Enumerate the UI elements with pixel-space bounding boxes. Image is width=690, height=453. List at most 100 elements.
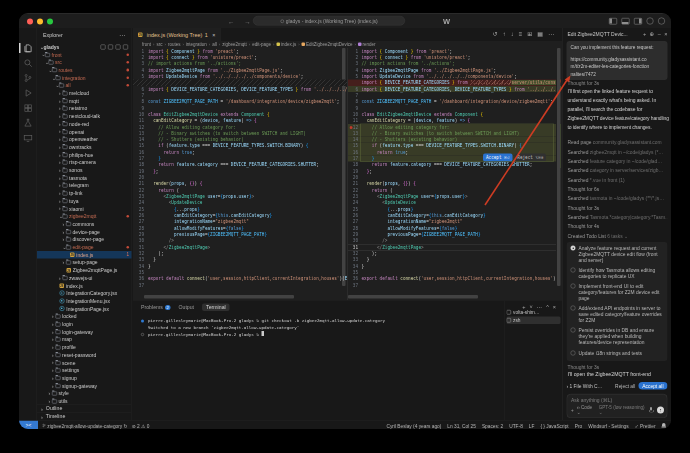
bell-icon[interactable] <box>662 423 667 428</box>
diff-action-icon-6[interactable]: ⋯ <box>548 31 554 38</box>
breadcrumb-integration[interactable]: integration <box>186 42 207 47</box>
terminal-instance-voltashim[interactable]: volta-shim… <box>507 309 561 317</box>
testing-icon[interactable] <box>23 118 33 128</box>
status-item-0[interactable]: Cyril Beslay (4 years ago) <box>386 423 441 429</box>
remote-indicator[interactable]: >< <box>19 421 38 430</box>
tree-item-tp-link[interactable]: ›tp-link <box>37 189 132 197</box>
tree-item-map[interactable]: ›map <box>37 336 132 344</box>
tree-item-commons[interactable]: ›commons <box>37 220 132 228</box>
tree-item-index.js[interactable]: JSindex.js1 <box>37 251 132 259</box>
reject-all-button[interactable]: Reject all <box>615 383 635 389</box>
tree-root-gladys[interactable]: ⌄gladys <box>37 43 132 51</box>
tree-item-integration[interactable]: ⌄integration <box>37 74 132 82</box>
tool-call-row[interactable]: Searched zigbee2mqtt in ~/code/gladys (*… <box>568 147 668 156</box>
tree-item-signup-gateway[interactable]: ›signup-gateway <box>37 382 132 390</box>
panel-tab-output[interactable]: Output <box>178 305 194 311</box>
tool-call-row[interactable]: Read page community.gladysassistant.com <box>568 138 668 147</box>
breadcrumb-all[interactable]: all <box>212 42 217 47</box>
tree-item-locked[interactable]: ›locked <box>37 313 132 321</box>
mode-selector[interactable]: ‹› Code ⌄ <box>577 405 596 416</box>
breadcrumb-render[interactable]: render <box>358 42 376 47</box>
todo-item[interactable]: Analyze feature request and current Zigb… <box>571 245 664 263</box>
accept-change-button[interactable]: Accept ⌘⏎ <box>483 153 512 161</box>
tree-item-mqtt[interactable]: ›mqtt <box>37 97 132 105</box>
cascade-header-icon-2[interactable]: – <box>658 28 661 40</box>
search-icon[interactable] <box>23 58 33 68</box>
panel-tab-terminal[interactable]: Terminal <box>202 304 230 312</box>
tree-item-routes[interactable]: ⌄routes <box>37 66 132 74</box>
left-horizontal-scrollbar[interactable] <box>144 295 294 299</box>
send-button[interactable]: ↑ <box>657 406 664 413</box>
explorer-more-icon[interactable]: ⋯ <box>119 31 126 38</box>
breadcrumb[interactable]: front›src›routes›integration›all›zigbee2… <box>133 41 562 48</box>
close-window-button[interactable] <box>27 19 33 25</box>
breadcrumb-index.js[interactable]: index.js <box>276 42 296 47</box>
reject-change-button[interactable]: Reject ⌥⌘⌫ <box>514 153 546 161</box>
tree-item-login-gateway[interactable]: ›login-gateway <box>37 328 132 336</box>
diff-action-icon-4[interactable]: ⊞ <box>527 31 532 38</box>
tree-item-IntegrationCategory.jsx[interactable]: IntegrationCategory.jsx <box>37 289 132 297</box>
tree-item-openai[interactable]: ›openai <box>37 128 132 136</box>
mic-icon[interactable] <box>649 407 653 413</box>
breadcrumb-EditZigbee2mqttDevice[interactable]: EditZigbee2mqttDevice <box>302 42 353 47</box>
cascade-header-icon-3[interactable]: × <box>664 28 667 40</box>
status-item-5[interactable]: { } JavaScript <box>540 423 568 429</box>
tree-item-device-page[interactable]: ›device-page <box>37 228 132 236</box>
minimize-window-button[interactable] <box>37 19 43 25</box>
problems-status[interactable]: ⊘ 2 ⚠ 0 <box>132 423 150 429</box>
cascade-header-icon-0[interactable]: + <box>643 28 646 40</box>
tree-item-zigbee2mqtt[interactable]: ⌄zigbee2mqtt <box>37 212 132 220</box>
todo-item[interactable]: Persist overrides in DB and ensure they'… <box>571 327 664 345</box>
zoom-window-button[interactable] <box>47 19 53 25</box>
tree-item-style[interactable]: ›style <box>37 390 132 398</box>
todo-item[interactable]: Identify how Tasmota allows editing cate… <box>571 267 664 279</box>
tree-item-IntegrationPage.jsx[interactable]: IntegrationPage.jsx <box>37 305 132 313</box>
status-item-6[interactable]: Pro <box>575 423 582 429</box>
toggle-panel-icon[interactable] <box>622 18 630 25</box>
vertical-scrollbar[interactable] <box>557 48 561 286</box>
tree-item-settings[interactable]: ›settings <box>37 366 132 374</box>
tab-close-icon[interactable]: × <box>212 32 215 38</box>
model-selector[interactable]: GPT-5 (low reasoning) ⌄ <box>599 405 646 416</box>
tree-item-rtsp-camera[interactable]: ›rtsp-camera <box>37 159 132 167</box>
remote-icon[interactable] <box>23 133 33 143</box>
cascade-header-icon-1[interactable]: ⊕ <box>650 28 655 40</box>
nav-history-arrows[interactable]: ← → <box>228 18 255 26</box>
tree-item-tasmota[interactable]: ›tasmota <box>37 174 132 182</box>
thought-line[interactable]: Thought for 3s <box>568 364 600 370</box>
tree-item-profile[interactable]: ›profile <box>37 343 132 351</box>
thought-line[interactable]: Thought for 3s <box>568 80 600 86</box>
tree-item-zwavejs-ui[interactable]: ›zwavejs-ui <box>37 274 132 282</box>
status-item-7[interactable]: Windsurf - Settings <box>588 423 629 429</box>
tab-index-js-working-tree[interactable]: JS index.js (Working Tree) 1 × <box>133 28 221 41</box>
status-item-8[interactable]: ✓ Prettier <box>635 423 656 429</box>
tree-item-all[interactable]: ⌄all <box>37 82 132 90</box>
chat-input[interactable]: Ask anything (⌘L) + ‹› Code ⌄ GPT-5 (low… <box>567 394 668 418</box>
tree-item-netatmo[interactable]: ›netatmo <box>37 105 132 113</box>
git-branch[interactable]: zigbee2mqtt-allow-update-category ↻ <box>42 423 128 429</box>
source-control-icon[interactable] <box>23 73 33 83</box>
diff-action-icon-0[interactable]: ↺ <box>493 31 498 38</box>
tree-item-tuya[interactable]: ›tuya <box>37 197 132 205</box>
account-icon[interactable] <box>658 18 665 25</box>
status-item-2[interactable]: Spaces: 2 <box>482 423 503 429</box>
tree-item-edit-page[interactable]: ⌄edit-page <box>37 243 132 251</box>
diff-pane-modified[interactable]: 1import { Component } from 'preact';2imp… <box>348 48 556 300</box>
tree-item-philips-hue[interactable]: ›philips-hue <box>37 151 132 159</box>
layout-icon[interactable] <box>647 18 654 25</box>
tree-item-scene[interactable]: ›scene <box>37 359 132 367</box>
todo-item[interactable]: Add/extend API endpoints in server to sa… <box>571 305 664 323</box>
tree-item-sonos[interactable]: ›sonos <box>37 166 132 174</box>
diff-action-icon-2[interactable]: ↓ <box>511 31 514 38</box>
tree-item-signup[interactable]: ›signup <box>37 374 132 382</box>
breadcrumb-edit-page[interactable]: edit-page <box>252 42 271 47</box>
tree-item-IntegrationMenu.jsx[interactable]: IntegrationMenu.jsx <box>37 297 132 305</box>
attach-icon[interactable]: + <box>571 407 574 412</box>
tree-item-front[interactable]: ⌄front <box>37 51 132 59</box>
status-item-3[interactable]: UTF-8 <box>509 423 523 429</box>
tree-item-melcloud[interactable]: ›melcloud <box>37 89 132 97</box>
terminal-output[interactable]: pierre-gillesleymarie@MacBook-Pro-2 glad… <box>141 318 521 338</box>
toggle-sidebar-icon[interactable] <box>609 18 617 25</box>
tree-item-index.js[interactable]: JSindex.js <box>37 282 132 290</box>
tree-item-reset-password[interactable]: ›reset-password <box>37 351 132 359</box>
